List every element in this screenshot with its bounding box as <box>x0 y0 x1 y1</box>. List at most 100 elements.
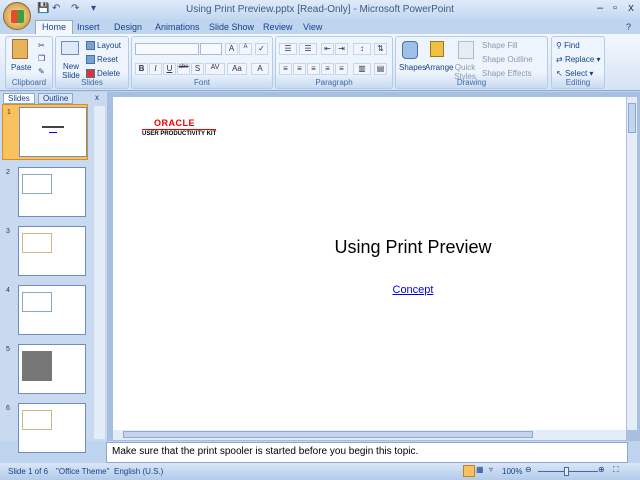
change-case-button[interactable]: Aa <box>227 63 247 75</box>
zoom-in-button[interactable]: ⊕ <box>598 465 605 474</box>
replace-button[interactable]: ⇄ Replace ▾ <box>556 55 601 64</box>
slide-sorter-button[interactable]: ▦ <box>476 465 484 474</box>
concept-link[interactable]: Concept <box>113 284 640 296</box>
slide-thumbnail[interactable]: 2 <box>2 165 88 221</box>
slides-group: New Slide Layout Reset Delete Slides <box>55 36 129 89</box>
zoom-out-button[interactable]: ⊖ <box>525 465 532 474</box>
tab-review[interactable]: Review <box>263 21 293 34</box>
zoom-level[interactable]: 100% <box>502 467 522 476</box>
normal-view-button[interactable] <box>463 465 475 477</box>
bold-button[interactable]: B <box>135 63 148 75</box>
slide-thumbnail[interactable]: 1 <box>2 104 88 160</box>
smartart-button[interactable]: ▤ <box>374 63 387 75</box>
shape-fill-button[interactable]: Shape Fill <box>482 41 518 50</box>
delete-button[interactable]: Delete <box>86 69 120 79</box>
cut-icon[interactable]: ✂ <box>38 41 45 50</box>
thumbnail-number: 6 <box>6 405 10 412</box>
font-size-combobox[interactable] <box>200 43 222 55</box>
find-button[interactable]: ⚲ Find <box>556 41 580 50</box>
zoom-slider-thumb[interactable] <box>564 467 569 476</box>
replace-label: Replace <box>564 55 595 64</box>
close-panel-icon[interactable]: x <box>95 93 99 102</box>
shape-outline-button[interactable]: Shape Outline <box>482 55 533 64</box>
slide-thumbnail[interactable]: 6 <box>2 401 88 457</box>
slide-thumbnail[interactable]: 4 <box>2 283 88 339</box>
format-painter-icon[interactable]: ✎ <box>38 67 45 76</box>
justify-button[interactable]: ≡ <box>321 63 334 75</box>
arrange-button[interactable]: Arrange <box>425 63 453 72</box>
layout-label: Layout <box>97 41 122 50</box>
tab-design[interactable]: Design <box>114 21 142 34</box>
grow-font-button[interactable]: A <box>225 43 238 55</box>
paste-button[interactable]: Paste <box>11 63 31 72</box>
center-button[interactable]: ≡ <box>293 63 306 75</box>
customize-qat-icon[interactable]: ▾ <box>91 3 103 15</box>
new-slide-icon <box>61 41 79 55</box>
tab-insert[interactable]: Insert <box>77 21 100 34</box>
columns-button[interactable]: ▥ <box>353 63 371 75</box>
font-color-button[interactable]: A <box>251 63 269 75</box>
decrease-indent-button[interactable]: ⇤ <box>321 43 334 55</box>
tab-slides[interactable]: Slides <box>3 93 35 104</box>
font-label: Font <box>193 78 210 87</box>
slide-thumbnail[interactable]: 3 <box>2 224 88 280</box>
quick-styles-icon <box>458 41 474 59</box>
character-spacing-button[interactable]: AV <box>205 63 225 75</box>
shadow-button[interactable]: S <box>191 63 204 75</box>
fit-to-window-button[interactable]: ⛶ <box>613 465 619 475</box>
shapes-button[interactable]: Shapes <box>399 63 426 72</box>
undo-icon[interactable]: ↶ <box>52 3 64 15</box>
shrink-font-button[interactable]: A <box>239 43 252 55</box>
slide-show-button[interactable]: ▿ <box>489 465 493 474</box>
panel-scrollbar[interactable] <box>94 106 105 439</box>
theme-name: "Office Theme" <box>56 467 110 476</box>
redo-icon[interactable]: ↷ <box>71 3 83 15</box>
slide-canvas[interactable]: ORACLE USER PRODUCTIVITY KIT Using Print… <box>113 97 626 430</box>
strikethrough-button[interactable]: abe <box>177 63 190 75</box>
align-right-button[interactable]: ≡ <box>307 63 320 75</box>
copy-icon[interactable]: ❐ <box>38 54 45 63</box>
minimize-button[interactable]: – <box>593 2 607 14</box>
thumbnail-number: 5 <box>6 346 10 353</box>
thumbnail-image <box>18 226 86 276</box>
notes-pane[interactable]: Make sure that the print spooler is star… <box>106 442 628 463</box>
editing-label: Editing <box>565 78 591 87</box>
paragraph-label: Paragraph <box>315 78 353 87</box>
slides-panel: Slides Outline x 1 2 3 4 5 6 <box>0 92 107 453</box>
ribbon-tabs: Home Insert Design Animations Slide Show… <box>0 19 640 34</box>
slide-thumbnail[interactable]: 5 <box>2 342 88 398</box>
horizontal-scrollbar[interactable] <box>113 430 626 440</box>
tab-home[interactable]: Home <box>35 20 74 34</box>
clear-formatting-button[interactable]: ✓ <box>255 43 268 55</box>
distributed-button[interactable]: ≡ <box>335 63 348 75</box>
bullets-button[interactable]: ☰ <box>279 43 297 55</box>
select-label: Select <box>564 69 588 78</box>
select-button[interactable]: ↖ Select ▾ <box>556 69 593 78</box>
cursor-icon: ↖ <box>556 69 563 78</box>
vertical-scrollbar[interactable] <box>627 97 637 430</box>
tab-outline[interactable]: Outline <box>38 93 74 104</box>
tab-slide-show[interactable]: Slide Show <box>209 21 254 34</box>
font-name-combobox[interactable] <box>135 43 199 55</box>
line-spacing-button[interactable]: ↕ <box>353 43 371 55</box>
tab-animations[interactable]: Animations <box>155 21 200 34</box>
thumbnail-number: 1 <box>7 109 11 116</box>
layout-button[interactable]: Layout <box>86 41 122 51</box>
reset-button[interactable]: Reset <box>86 55 118 65</box>
shape-effects-button[interactable]: Shape Effects <box>482 69 532 78</box>
maximize-button[interactable]: ▫ <box>608 2 622 14</box>
language[interactable]: English (U.S.) <box>114 467 163 476</box>
italic-button[interactable]: I <box>149 63 162 75</box>
help-icon[interactable]: ? <box>626 21 631 34</box>
align-left-button[interactable]: ≡ <box>279 63 292 75</box>
save-icon[interactable]: 💾 <box>37 3 49 15</box>
tab-view[interactable]: View <box>303 21 322 34</box>
office-button[interactable] <box>3 2 31 30</box>
binoculars-icon: ⚲ <box>556 41 562 50</box>
increase-indent-button[interactable]: ⇥ <box>335 43 348 55</box>
numbering-button[interactable]: ☰ <box>299 43 317 55</box>
text-direction-button[interactable]: ⇅ <box>374 43 387 55</box>
underline-button[interactable]: U <box>163 63 176 75</box>
close-button[interactable]: x <box>624 2 638 14</box>
layout-icon <box>86 41 95 51</box>
